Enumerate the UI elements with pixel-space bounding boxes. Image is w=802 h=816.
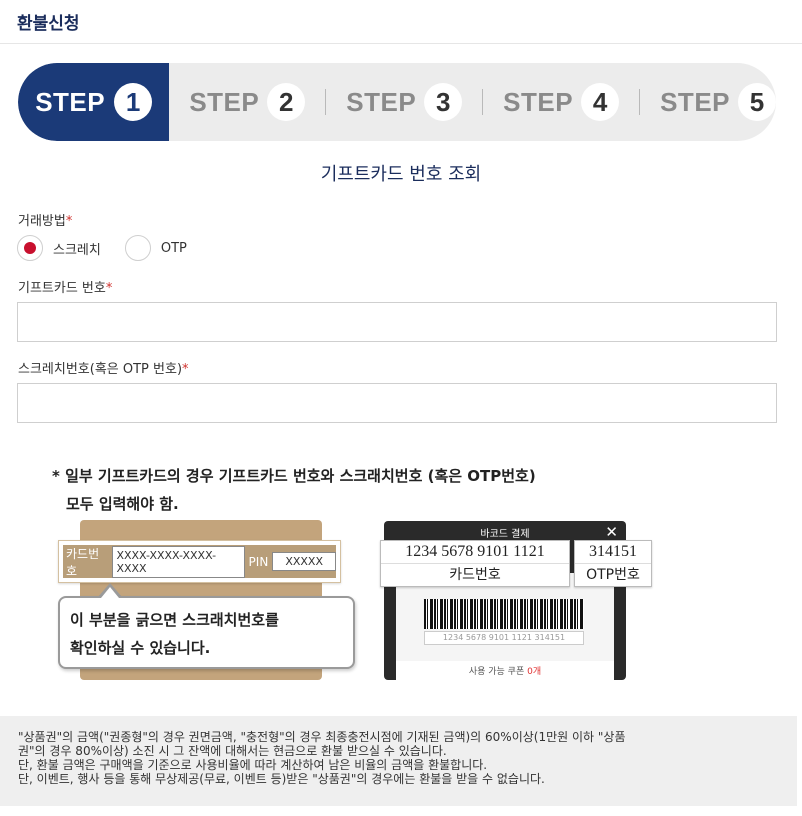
phone-bottom-bar: 사용 가능 쿠폰 0개 — [396, 661, 614, 680]
barcode-image — [424, 599, 584, 629]
card-number-label-text: 기프트카드 번호 — [18, 281, 106, 296]
scratch-number-label-text: 스크레치번호(혹은 OTP 번호) — [18, 362, 183, 377]
step-number: 5 — [738, 83, 776, 121]
otp-number-callout: 314151 OTP번호 — [574, 540, 652, 587]
required-mark: * — [65, 214, 73, 229]
radio-scratch[interactable] — [17, 235, 43, 261]
scratch-hint-bubble: 이 부분을 긁으면 스크래치번호를 확인하실 수 있습니다. — [58, 596, 355, 669]
card-number-label: 기프트카드 번호* — [18, 277, 112, 296]
step-word: STEP — [35, 86, 106, 117]
bubble-tail-inner — [101, 587, 119, 598]
phone-header-title: 바코드 결제 — [480, 528, 530, 540]
scratch-number-label: 스크레치번호(혹은 OTP 번호)* — [18, 358, 189, 377]
step-number: 4 — [581, 83, 620, 121]
step-word: STEP — [189, 86, 260, 117]
callout-otp-caption: OTP번호 — [586, 567, 640, 583]
refund-policy-notice: "상품권"의 금액("권종형"의 경우 권면금액, "충전형"의 경우 최종충전… — [0, 716, 797, 806]
callout-card-caption: 카드번호 — [449, 567, 501, 583]
radio-otp-label[interactable]: OTP — [161, 241, 187, 256]
method-radio-group: 스크레치 OTP — [17, 235, 187, 261]
required-mark: * — [105, 281, 113, 296]
barcode-digits: 1234 5678 9101 1121 314151 — [424, 631, 584, 645]
notice-text: * 일부 기프트카드의 경우 기프트카드 번호와 스크래치번호 (혹은 OTP번… — [52, 462, 536, 518]
step-5: STEP 5 — [660, 83, 776, 121]
close-icon: ✕ — [605, 523, 618, 541]
step-word: STEP — [660, 86, 731, 117]
policy-line: 권"의 경우 80%이상) 소진 시 그 잔액에 대해서는 현금으로 환불 받으… — [18, 744, 447, 758]
callout-card-number: 1234 5678 9101 1121 — [381, 541, 569, 564]
page-title: 환불신청 — [17, 14, 80, 34]
pin-caption: PIN — [248, 554, 269, 569]
bubble-line-1: 이 부분을 긁으면 스크래치번호를 — [70, 611, 279, 629]
card-strip-content: 카드번호 XXXX-XXXX-XXXX-XXXX PIN XXXXX — [63, 545, 336, 578]
method-label-text: 거래방법 — [18, 214, 66, 229]
step-word: STEP — [503, 86, 574, 117]
coupon-count: 0개 — [527, 667, 542, 677]
step-divider — [639, 89, 641, 115]
card-number-mask: XXXX-XXXX-XXXX-XXXX — [112, 545, 245, 578]
step-word: STEP — [346, 86, 417, 117]
coupon-text: 사용 가능 쿠폰 — [468, 667, 525, 677]
notice-line-1: * 일부 기프트카드의 경우 기프트카드 번호와 스크래치번호 (혹은 OTP번… — [52, 467, 536, 485]
card-number-input[interactable] — [17, 302, 777, 342]
step-number: 2 — [267, 83, 306, 121]
method-label: 거래방법* — [18, 210, 72, 229]
notice-line-2: 모두 입력해야 함. — [66, 495, 179, 513]
policy-line: 단, 이벤트, 행사 등을 통해 무상제공(무료, 이벤트 등)받은 "상품권"… — [18, 772, 545, 786]
step-4: STEP 4 — [503, 83, 620, 121]
radio-selected-dot — [24, 242, 36, 254]
card-number-caption: 카드번호 — [66, 546, 100, 578]
pin-mask: XXXXX — [272, 552, 336, 571]
step-3: STEP 3 — [346, 83, 463, 121]
step-divider — [482, 89, 484, 115]
callout-otp-number: 314151 — [575, 541, 651, 564]
section-title: 기프트카드 번호 조회 — [320, 164, 482, 185]
card-number-strip: 카드번호 XXXX-XXXX-XXXX-XXXX PIN XXXXX — [58, 540, 341, 583]
step-1-active: STEP 1 — [18, 63, 170, 141]
page-header: 환불신청 — [0, 0, 802, 44]
step-divider — [325, 89, 327, 115]
policy-line: "상품권"의 금액("권종형"의 경우 권면금액, "충전형"의 경우 최종충전… — [18, 730, 626, 744]
radio-otp[interactable] — [124, 235, 151, 261]
step-number: 1 — [114, 83, 153, 121]
scratch-number-input[interactable] — [17, 383, 777, 423]
step-number: 3 — [424, 83, 463, 121]
card-number-callout: 1234 5678 9101 1121 카드번호 — [380, 540, 570, 587]
policy-line: 단, 환불 금액은 구매액을 기준으로 사용비율에 따라 계산하여 남은 비율의… — [18, 758, 488, 772]
step-2: STEP 2 — [189, 83, 306, 121]
bubble-line-2: 확인하실 수 있습니다. — [70, 639, 211, 657]
required-mark: * — [182, 362, 189, 377]
radio-scratch-label[interactable]: 스크레치 — [53, 239, 101, 258]
step-indicator: STEP 1 STEP 2 STEP 3 STEP 4 STEP 5 — [18, 63, 776, 141]
